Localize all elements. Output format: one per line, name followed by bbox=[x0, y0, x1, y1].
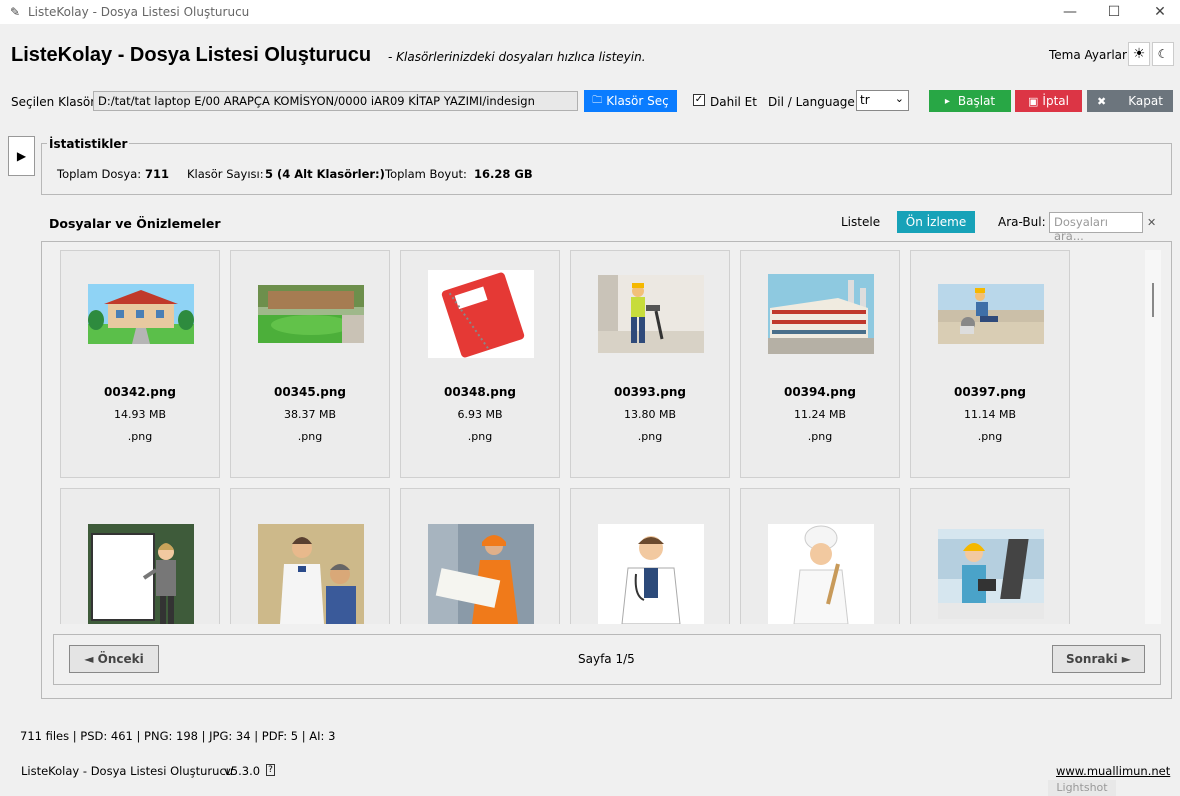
doctor-image bbox=[598, 524, 704, 624]
file-card[interactable]: 00393.png 13.80 MB .png bbox=[570, 250, 730, 478]
x-icon: ✖ bbox=[1097, 94, 1107, 108]
presenter-image bbox=[88, 524, 194, 624]
lightshot-overlay: Lightshot bbox=[1048, 780, 1116, 796]
sidebar-toggle-button[interactable]: ▶ bbox=[8, 136, 35, 176]
start-button[interactable]: ▸ Başlat bbox=[929, 90, 1011, 112]
previous-page-button[interactable]: ◄ Önceki bbox=[69, 645, 159, 673]
file-card[interactable] bbox=[400, 488, 560, 624]
file-grid: 00342.png 14.93 MB .png 00345.png 38.37 … bbox=[49, 248, 1145, 624]
stats-title: İstatistikler bbox=[47, 137, 130, 151]
file-size: 11.14 MB bbox=[963, 408, 1017, 421]
close-window-button[interactable]: ✕ bbox=[1137, 0, 1180, 24]
start-label: Başlat bbox=[957, 94, 996, 108]
play-icon: ▸ bbox=[944, 95, 950, 107]
engineer-image bbox=[428, 524, 534, 624]
file-card[interactable]: 00348.png 6.93 MB .png bbox=[400, 250, 560, 478]
file-type-counts: 711 files | PSD: 461 | PNG: 198 | JPG: 3… bbox=[20, 729, 336, 743]
cancel-label: İptal bbox=[1042, 94, 1069, 108]
language-select[interactable]: tr ⌄ bbox=[856, 90, 909, 111]
app-title: ListeKolay - Dosya Listesi Oluşturucu bbox=[11, 44, 372, 66]
folder-count-value: 5 (4 Alt Klasörler:) bbox=[265, 167, 385, 181]
file-name: 00397.png bbox=[953, 385, 1027, 399]
next-page-button[interactable]: Sonraki ► bbox=[1052, 645, 1145, 673]
close-button[interactable]: ✖ Kapat bbox=[1087, 90, 1173, 112]
cancel-button[interactable]: ▣ İptal bbox=[1015, 90, 1082, 112]
notebook-image bbox=[428, 270, 534, 358]
file-card[interactable]: 00345.png 38.37 MB .png bbox=[230, 250, 390, 478]
file-size: 38.37 MB bbox=[283, 408, 337, 421]
maximize-button[interactable]: ☐ bbox=[1091, 0, 1137, 24]
file-card[interactable] bbox=[230, 488, 390, 624]
file-card[interactable]: 00342.png 14.93 MB .png bbox=[60, 250, 220, 478]
worker-drill-image bbox=[598, 271, 704, 357]
file-card[interactable] bbox=[570, 488, 730, 624]
page-indicator: Sayfa 1/5 bbox=[578, 652, 635, 666]
sun-icon[interactable]: ☀ bbox=[1128, 42, 1150, 66]
window-titlebar: ✎ ListeKolay - Dosya Listesi Oluşturucu bbox=[0, 0, 1180, 24]
search-label: Ara-Bul: bbox=[998, 215, 1046, 229]
factory-image bbox=[768, 271, 874, 357]
select-folder-label: Klasör Seç bbox=[606, 94, 669, 108]
language-value: tr bbox=[860, 93, 870, 107]
file-card[interactable] bbox=[910, 488, 1070, 624]
theme-settings-label: Tema Ayarları bbox=[1049, 48, 1131, 62]
worker-grinder-image bbox=[938, 271, 1044, 357]
chevron-down-icon: ⌄ bbox=[894, 92, 904, 105]
help-icon[interactable]: ? bbox=[266, 764, 275, 776]
file-ext: .png bbox=[297, 430, 323, 443]
file-ext: .png bbox=[637, 430, 663, 443]
search-input[interactable]: Dosyaları ara... bbox=[1049, 212, 1143, 243]
file-ext: .png bbox=[977, 430, 1003, 443]
file-name: 00348.png bbox=[443, 385, 517, 399]
doctor-patient-image bbox=[258, 524, 364, 624]
file-card[interactable] bbox=[60, 488, 220, 624]
include-subfolders-checkbox[interactable]: ✓ bbox=[693, 94, 705, 106]
minimize-button[interactable]: — bbox=[1047, 0, 1093, 24]
folder-icon: 🗀 bbox=[592, 94, 603, 106]
file-name: 00394.png bbox=[783, 385, 857, 399]
close-label: Kapat bbox=[1128, 94, 1163, 108]
file-size: 11.24 MB bbox=[793, 408, 847, 421]
moon-icon[interactable]: ☾ bbox=[1152, 42, 1174, 66]
file-ext: .png bbox=[467, 430, 493, 443]
preview-view-button[interactable]: Ön İzleme bbox=[897, 211, 975, 233]
language-label: Dil / Language: bbox=[768, 95, 859, 109]
folder-label: Seçilen Klasör: bbox=[11, 95, 99, 109]
app-subtitle: - Klasörlerinizdeki dosyaları hızlıca li… bbox=[388, 50, 646, 64]
total-files-label: Toplam Dosya: bbox=[57, 167, 142, 181]
file-name: 00345.png bbox=[273, 385, 347, 399]
house-image bbox=[88, 271, 194, 357]
footer-version: v5.3.0 bbox=[224, 764, 261, 778]
file-ext: .png bbox=[127, 430, 153, 443]
clear-search-icon[interactable]: ✕ bbox=[1147, 216, 1156, 229]
total-size-label: Toplam Boyut: bbox=[385, 167, 467, 181]
engineer-tablet-image bbox=[938, 524, 1044, 624]
file-card[interactable]: 00394.png 11.24 MB .png bbox=[740, 250, 900, 478]
chef-image bbox=[768, 524, 874, 624]
list-view-button[interactable]: Listele bbox=[841, 215, 880, 229]
scrollbar-thumb[interactable] bbox=[1152, 283, 1154, 317]
footer-app-name: ListeKolay - Dosya Listesi Oluşturucu bbox=[21, 764, 234, 778]
grid-scrollbar[interactable] bbox=[1145, 250, 1161, 624]
file-name: 00342.png bbox=[103, 385, 177, 399]
files-section-title: Dosyalar ve Önizlemeler bbox=[49, 216, 221, 231]
total-size-value: 16.28 GB bbox=[474, 167, 533, 181]
file-card[interactable]: 00397.png 11.14 MB .png bbox=[910, 250, 1070, 478]
select-folder-button[interactable]: 🗀 Klasör Seç bbox=[584, 90, 677, 112]
website-link[interactable]: www.muallimun.net bbox=[1056, 764, 1170, 778]
file-size: 6.93 MB bbox=[457, 408, 503, 421]
window-title: ListeKolay - Dosya Listesi Oluşturucu bbox=[28, 5, 250, 19]
folder-path-field[interactable]: D:/tat/tat laptop E/00 ARAPÇA KOMİSYON/0… bbox=[93, 91, 578, 111]
file-ext: .png bbox=[807, 430, 833, 443]
file-name: 00393.png bbox=[613, 385, 687, 399]
folder-count-label: Klasör Sayısı: bbox=[187, 167, 264, 181]
stop-icon: ▣ bbox=[1028, 94, 1039, 108]
total-files-value: 711 bbox=[145, 167, 170, 181]
file-card[interactable] bbox=[740, 488, 900, 624]
file-size: 14.93 MB bbox=[113, 408, 167, 421]
garden-image bbox=[258, 271, 364, 357]
feather-icon: ✎ bbox=[9, 5, 21, 19]
file-size: 13.80 MB bbox=[623, 408, 677, 421]
include-subfolders-label: Dahil Et bbox=[710, 95, 757, 109]
